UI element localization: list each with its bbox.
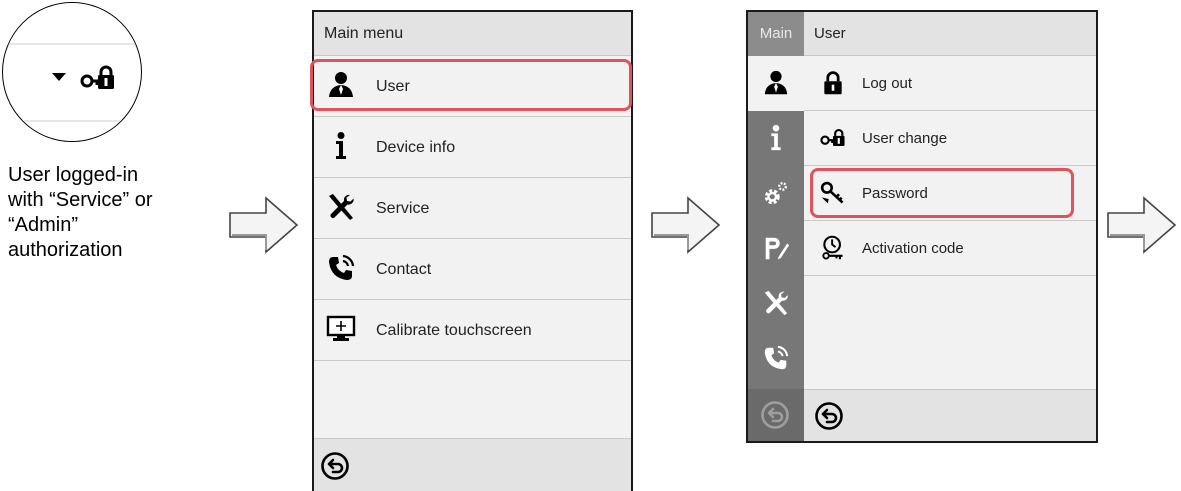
user-icon <box>762 69 790 97</box>
key-lock-icon <box>820 125 846 151</box>
key-icon <box>820 180 846 206</box>
caption-line: “Admin” <box>8 214 79 236</box>
caption-text: User logged-in with “Service” or “Admin”… <box>8 163 238 263</box>
info-icon <box>762 124 790 152</box>
arrow-right-icon <box>651 196 721 254</box>
menu-item-device-info[interactable]: Device info <box>314 117 631 178</box>
sidebar-item-settings[interactable] <box>748 166 804 221</box>
user-icon <box>326 70 356 100</box>
sidebar: Main <box>748 12 804 441</box>
user-menu-title: User <box>804 12 1096 56</box>
menu-item-label: Password <box>862 185 928 202</box>
caption-line: with “Service” or <box>8 189 153 211</box>
menu-item-label: Log out <box>862 75 913 92</box>
sidebar-item-user[interactable] <box>748 56 804 111</box>
menu-item-label: Device info <box>376 139 456 156</box>
menu-item-log-out[interactable]: Log out <box>804 56 1096 111</box>
sidebar-item-service[interactable] <box>748 276 804 331</box>
user-menu-panel: Main User Log out User change Password A… <box>746 10 1098 443</box>
activation-key-icon <box>820 235 846 261</box>
lock-icon <box>820 70 846 96</box>
menu-item-password[interactable]: Password <box>804 166 1096 221</box>
menu-item-user-change[interactable]: User change <box>804 111 1096 166</box>
settings-icon <box>762 179 790 207</box>
menu-item-label: User <box>376 78 410 95</box>
sidebar-item-contact[interactable] <box>748 331 804 386</box>
menu-item-contact[interactable]: Contact <box>314 239 631 300</box>
menu-item-label: Activation code <box>862 240 964 257</box>
menu-item-label: Service <box>376 200 430 217</box>
menu-item-label: Contact <box>376 261 432 278</box>
menu-item-user[interactable]: User <box>314 56 631 117</box>
menu-item-label: User change <box>862 130 948 147</box>
menu-item-calibrate-touchscreen[interactable]: Calibrate touchscreen <box>314 300 631 361</box>
back-icon[interactable] <box>814 401 844 431</box>
main-menu-title: Main menu <box>314 12 631 56</box>
main-menu-panel: Main menu User Device info Service Conta… <box>310 10 633 491</box>
arrow-right-icon <box>229 196 299 254</box>
user-menu-main: User Log out User change Password Activa… <box>804 12 1096 441</box>
key-lock-icon <box>80 65 116 91</box>
sidebar-item-program[interactable] <box>748 221 804 276</box>
sidebar-title: Main <box>748 12 804 56</box>
sidebar-footer <box>748 389 804 441</box>
info-icon <box>326 131 356 161</box>
caption-line: authorization <box>8 239 123 261</box>
tools-icon <box>762 289 790 317</box>
phone-icon <box>762 344 790 372</box>
user-menu-footer <box>804 389 1096 441</box>
menu-item-activation-code[interactable]: Activation code <box>804 221 1096 276</box>
arrow-right-icon <box>1107 196 1177 254</box>
back-icon[interactable] <box>320 451 350 481</box>
header-zoom-circle <box>2 2 142 142</box>
back-icon <box>760 400 790 430</box>
monitor-icon <box>326 314 356 344</box>
menu-item-label: Calibrate touchscreen <box>376 322 532 339</box>
program-icon <box>762 234 790 262</box>
dropdown-triangle-icon <box>52 73 66 81</box>
sidebar-item-info[interactable] <box>748 111 804 166</box>
caption-line: User logged-in <box>8 164 139 186</box>
tools-icon <box>326 192 356 222</box>
menu-item-service[interactable]: Service <box>314 178 631 239</box>
phone-icon <box>326 253 356 283</box>
main-menu-footer <box>314 438 631 491</box>
